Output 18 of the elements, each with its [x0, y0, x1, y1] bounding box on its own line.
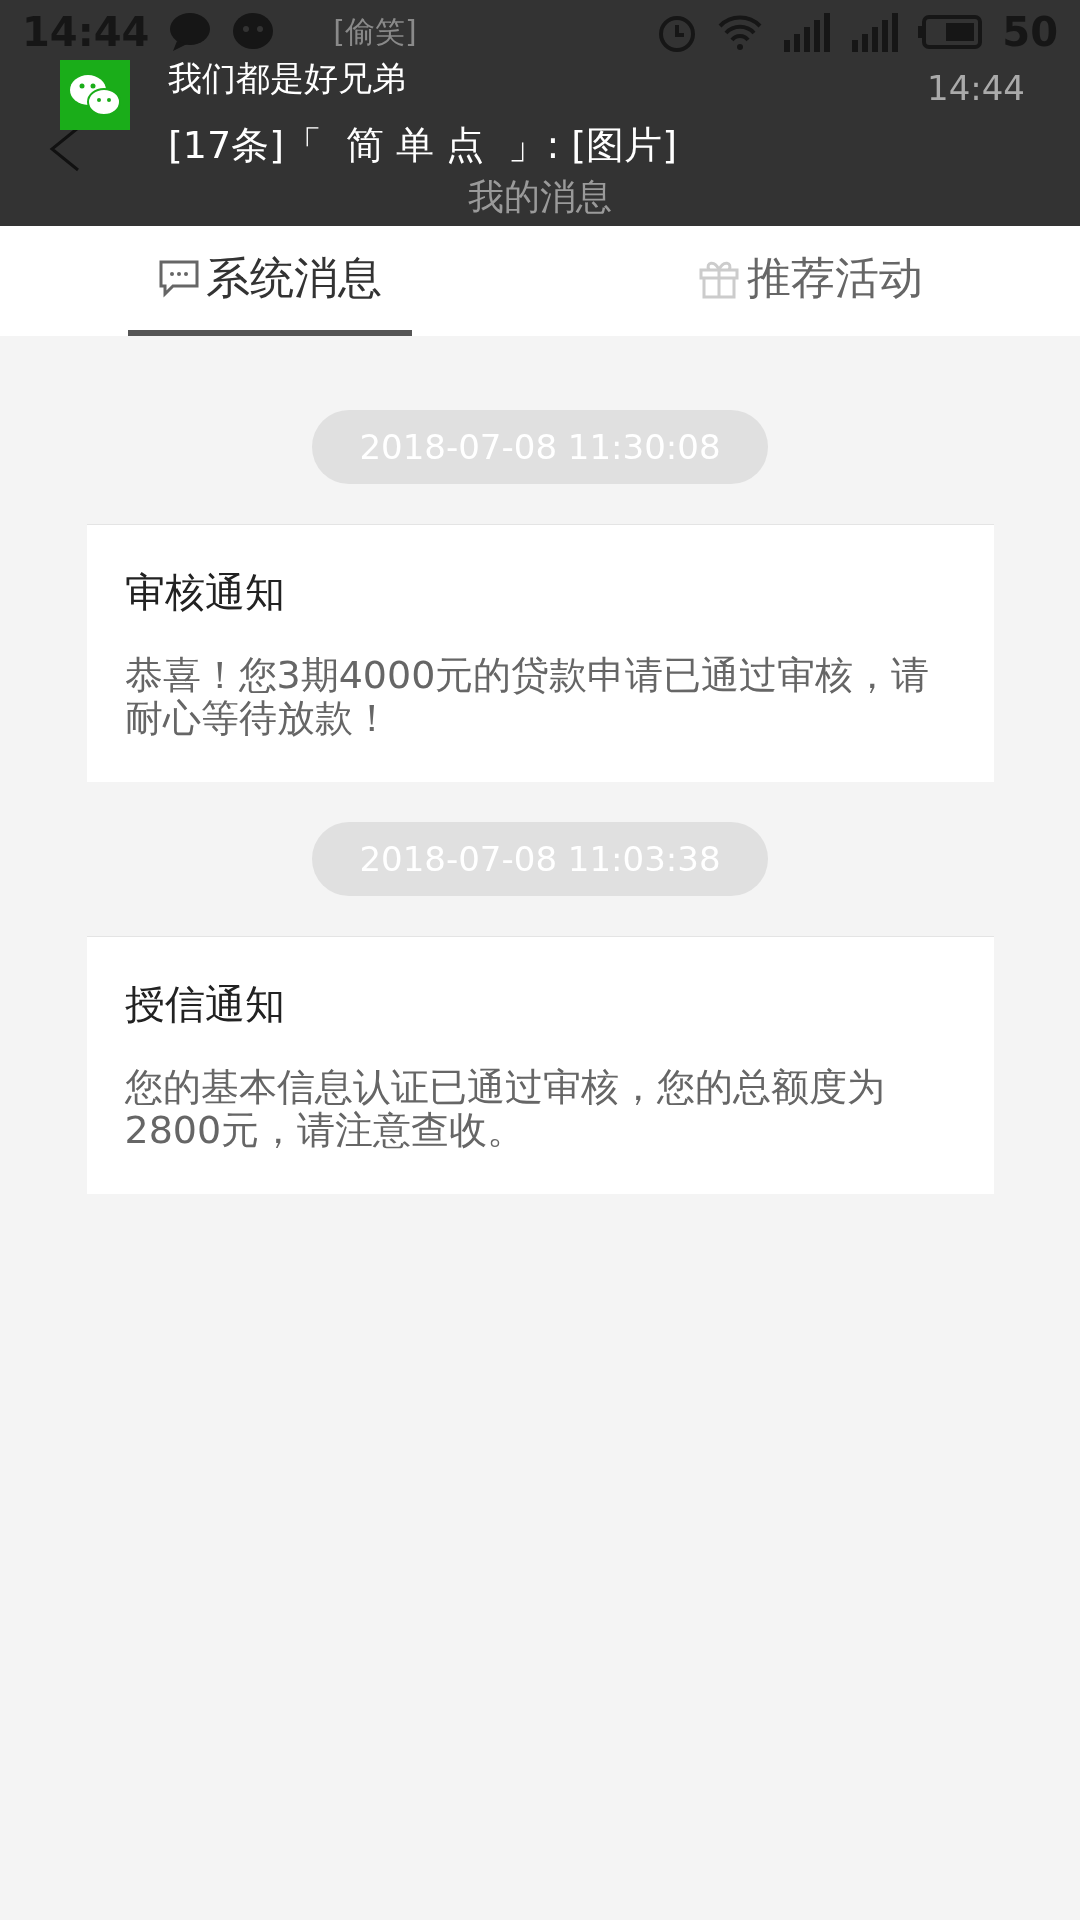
notification-message: [17条]「 简 单 点 」: [图片]	[168, 122, 678, 169]
signal-icon	[782, 12, 833, 52]
message-card[interactable]: 审核通知 恭喜！您3期4000元的贷款申请已通过审核，请耐心等待放款！	[86, 524, 994, 782]
notification[interactable]: 我们都是好兄弟 [17条]「 简 单 点 」: [图片] 14:44	[0, 56, 1080, 171]
message-title: 审核通知	[124, 568, 286, 617]
tab[interactable]: 系统消息	[0, 226, 540, 336]
notification-sender: 我们都是好兄弟	[168, 57, 407, 100]
message-card[interactable]: 授信通知 您的基本信息认证已通过审核，您的总额度为2800元，请注意查收。	[86, 935, 994, 1194]
ticker-text: [偷笑]	[333, 12, 417, 51]
app-icon	[60, 60, 130, 130]
signal-icon	[850, 12, 901, 52]
tab[interactable]: 推荐活动	[540, 226, 1080, 336]
battery-icon	[918, 14, 985, 50]
notification-time: 14:44	[927, 68, 1025, 110]
message-title: 授信通知	[124, 979, 286, 1029]
message-body: 恭喜！您3期4000元的贷款申请已通过审核，请耐心等待放款！	[124, 654, 931, 740]
page-title: 我的消息	[468, 175, 612, 219]
message-body: 您的基本信息认证已通过审核，您的总额度为2800元，请注意查收。	[124, 1065, 886, 1152]
